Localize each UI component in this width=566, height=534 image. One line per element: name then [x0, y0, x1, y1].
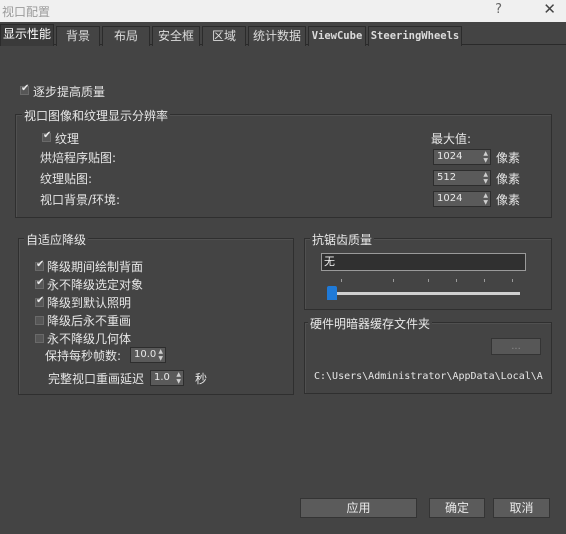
antialiasing-title: 抗锯齿质量	[310, 231, 375, 248]
degrade-default-lighting-checkbox[interactable]	[35, 295, 44, 307]
shader-cache-group	[304, 322, 552, 394]
tab-display-performance[interactable]: 显示性能	[0, 24, 54, 46]
never-degrade-geometry-label: 永不降级几何体	[47, 332, 132, 346]
unit-pixels: 像素	[496, 193, 521, 207]
spinner-arrows-icon[interactable]: ▲ ▼	[483, 150, 488, 164]
spinner-arrows-icon[interactable]: ▲ ▼	[158, 348, 163, 362]
shader-cache-path: C:\Users\Administrator\AppData\Local\A	[314, 371, 543, 382]
maintain-fps-label: 保持每秒帧数:	[45, 349, 122, 363]
never-redraw-after-degrade-checkbox[interactable]	[35, 316, 44, 325]
tab-safe-frames[interactable]: 安全框	[152, 26, 200, 46]
spinner-value: 1024	[437, 193, 463, 204]
shader-cache-title: 硬件明暗器缓存文件夹	[308, 315, 433, 332]
tab-layout[interactable]: 布局	[102, 26, 150, 46]
unit-pixels: 像素	[496, 151, 521, 165]
spinner-arrows-icon[interactable]: ▲ ▼	[483, 171, 488, 185]
slider-tick	[456, 279, 457, 282]
spinner-value: 1024	[437, 151, 463, 162]
bake-procedural-maps-label: 烘焙程序贴图:	[40, 151, 117, 165]
browse-button[interactable]: ...	[491, 338, 541, 355]
spinner-arrows-icon[interactable]: ▲ ▼	[176, 371, 181, 385]
spinner-value: 10.0	[134, 349, 157, 360]
bake-procedural-maps-spinner[interactable]: 1024 ▲ ▼	[433, 149, 491, 165]
texture-maps-label: 纹理贴图:	[40, 172, 93, 186]
never-redraw-after-degrade-label: 降级后永不重画	[47, 314, 132, 328]
draw-backfaces-checkbox[interactable]	[35, 259, 44, 271]
viewport-background-spinner[interactable]: 1024 ▲ ▼	[433, 191, 491, 207]
draw-backfaces-label: 降级期间绘制背面	[47, 260, 144, 274]
texture-checkbox[interactable]	[42, 130, 51, 142]
spinner-value: 512	[437, 172, 457, 183]
never-degrade-selected-checkbox[interactable]	[35, 277, 44, 289]
progressive-quality-label: 逐步提高质量	[33, 85, 106, 99]
viewport-background-label: 视口背景/环境:	[40, 193, 121, 207]
slider-tick	[341, 279, 342, 282]
apply-button[interactable]: 应用	[300, 498, 417, 518]
tab-viewcube[interactable]: ViewCube	[308, 26, 366, 46]
spinner-arrows-icon[interactable]: ▲ ▼	[483, 192, 488, 206]
tab-regions[interactable]: 区域	[202, 26, 246, 46]
antialiasing-slider-thumb[interactable]	[327, 286, 337, 300]
redraw-delay-label: 完整视口重画延迟	[48, 372, 145, 386]
title-bar: 视口配置 ? ✕	[0, 0, 566, 22]
ok-button[interactable]: 确定	[429, 498, 485, 518]
resolution-group-title: 视口图像和纹理显示分辨率	[22, 107, 171, 124]
texture-label: 纹理	[55, 132, 80, 146]
tab-background[interactable]: 背景	[56, 26, 100, 46]
spinner-value: 1.0	[154, 372, 170, 383]
window-title: 视口配置	[2, 5, 51, 19]
slider-tick	[484, 279, 485, 282]
max-value-label: 最大值:	[431, 132, 472, 146]
cancel-button[interactable]: 取消	[493, 498, 550, 518]
tab-statistics[interactable]: 统计数据	[248, 26, 306, 46]
antialiasing-slider-track[interactable]	[332, 292, 520, 295]
tab-steeringwheels[interactable]: SteeringWheels	[368, 26, 462, 46]
antialiasing-group	[304, 238, 552, 310]
texture-maps-spinner[interactable]: 512 ▲ ▼	[433, 170, 491, 186]
antialiasing-value: 无	[321, 253, 526, 271]
help-icon[interactable]: ?	[495, 2, 502, 17]
progressive-quality-checkbox[interactable]	[20, 83, 29, 95]
maintain-fps-spinner[interactable]: 10.0 ▲ ▼	[130, 347, 166, 363]
close-icon[interactable]: ✕	[543, 0, 556, 18]
tab-bar: 显示性能 背景 布局 安全框 区域 统计数据 ViewCube Steering…	[0, 24, 566, 46]
slider-tick	[428, 279, 429, 282]
slider-tick	[393, 279, 394, 282]
adaptive-degradation-title: 自适应降级	[24, 231, 89, 248]
slider-tick	[512, 279, 513, 282]
never-degrade-geometry-checkbox[interactable]	[35, 334, 44, 343]
degrade-default-lighting-label: 降级到默认照明	[47, 296, 132, 310]
seconds-unit: 秒	[195, 372, 208, 386]
unit-pixels: 像素	[496, 172, 521, 186]
redraw-delay-spinner[interactable]: 1.0 ▲ ▼	[150, 370, 184, 386]
never-degrade-selected-label: 永不降级选定对象	[47, 278, 144, 292]
